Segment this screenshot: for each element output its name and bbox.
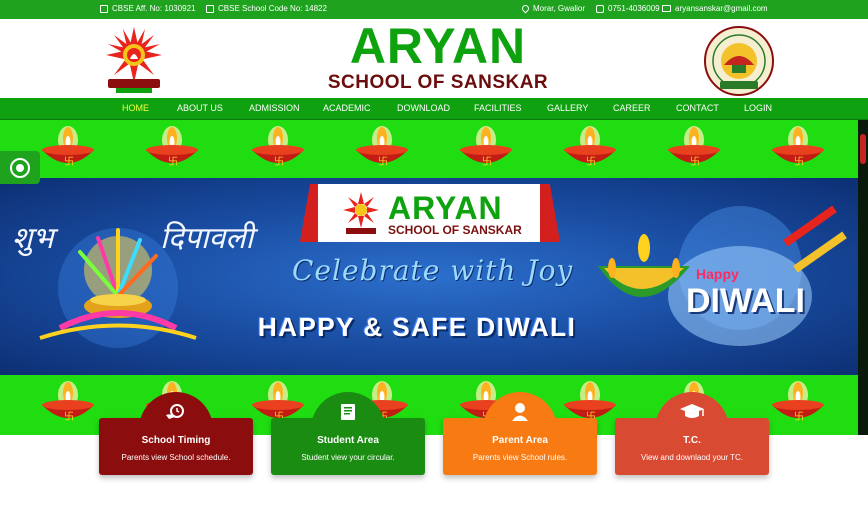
happy-diwali-headline: HAPPY & SAFE DIWALI	[258, 312, 577, 342]
nav-gallery[interactable]: GALLERY	[547, 103, 588, 113]
diya-icon: 卐	[42, 126, 94, 168]
diya-row-top: 卐卐卐卐卐卐卐卐	[42, 126, 824, 168]
nav-academic[interactable]: ACADEMIC	[323, 103, 371, 113]
cbse-school-code: CBSE School Code No: 14822	[206, 4, 327, 13]
nav-about-us[interactable]: ABOUT US	[177, 103, 223, 113]
right-edge-strip	[858, 120, 868, 435]
school-logo[interactable]	[96, 25, 172, 95]
nav-contact[interactable]: CONTACT	[676, 103, 719, 113]
svg-text:卐: 卐	[482, 156, 492, 168]
svg-text:卐: 卐	[794, 156, 804, 168]
card-title: T.C.	[683, 435, 701, 446]
hand-clock-icon	[166, 404, 184, 419]
diya-icon: 卐	[460, 126, 512, 168]
location: Morar, Gwalior	[520, 3, 586, 14]
card-student-area[interactable]: Student Area Student view your circular.	[271, 392, 425, 475]
banner-school-subtitle: SCHOOL OF SANSKAR	[388, 223, 522, 237]
location-text: Morar, Gwalior	[533, 4, 586, 13]
diya-icon: 卐	[772, 381, 824, 423]
cbse-logo	[704, 26, 774, 96]
mail-icon	[662, 5, 671, 12]
nav-home[interactable]: HOME	[122, 103, 149, 113]
card-parent-area[interactable]: Parent Area Parents view School rules.	[443, 392, 597, 475]
whatsapp-icon	[10, 157, 30, 178]
diwali-banner: 卐卐卐卐卐卐卐卐 ARYAN SCHOOL OF SANSKAR शुभ दिप…	[0, 120, 858, 435]
celebrate-tagline: Celebrate with Joy	[292, 254, 574, 287]
svg-text:卐: 卐	[690, 156, 700, 168]
card-title: Parent Area	[492, 435, 548, 446]
diya-icon: 卐	[564, 126, 616, 168]
graduation-cap-icon	[680, 404, 704, 418]
svg-text:卐: 卐	[64, 411, 74, 423]
diwali-big-text: DIWALI	[686, 282, 805, 320]
brand[interactable]: ARYAN SCHOOL OF SANSKAR	[300, 19, 576, 93]
svg-text:卐: 卐	[586, 156, 596, 168]
book-icon	[341, 404, 355, 420]
card-title: School Timing	[141, 435, 211, 446]
svg-text:卐: 卐	[378, 156, 388, 168]
diya-icon: 卐	[772, 126, 824, 168]
card-title: Student Area	[317, 435, 379, 446]
user-icon	[512, 403, 528, 421]
diya-icon: 卐	[564, 381, 616, 423]
diya-icon: 卐	[146, 126, 198, 168]
banner-logo-icon	[343, 192, 379, 234]
whatsapp-button[interactable]	[0, 151, 40, 184]
phone-text: 0751-4036009	[608, 4, 660, 13]
site-header: ARYAN SCHOOL OF SANSKAR	[0, 19, 868, 98]
email-text: aryansanskar@gmail.com	[675, 4, 768, 13]
cbse-affiliation: CBSE Aff. No: 1030921	[100, 4, 195, 13]
shubh-text: शुभ	[12, 221, 54, 256]
svg-text:卐: 卐	[794, 411, 804, 423]
document-icon	[100, 4, 108, 13]
brand-subtitle: SCHOOL OF SANSKAR	[327, 72, 549, 93]
document-icon	[206, 4, 214, 13]
card-desc: Parents view School rules.	[472, 453, 568, 462]
card-tc[interactable]: T.C. View and downlaod your TC.	[615, 392, 769, 475]
main-nav: HOME ABOUT US ADMISSION ACADEMIC DOWNLOA…	[0, 98, 868, 120]
nav-admission[interactable]: ADMISSION	[249, 103, 300, 113]
email-link[interactable]: aryansanskar@gmail.com	[662, 4, 768, 13]
nav-download[interactable]: DOWNLOAD	[397, 103, 450, 113]
affiliation-text: CBSE Aff. No: 1030921	[112, 4, 196, 13]
diya-icon: 卐	[668, 126, 720, 168]
card-desc: Parents view School schedule.	[121, 453, 231, 462]
card-desc: Student view your circular.	[301, 453, 395, 462]
diya-icon: 卐	[252, 126, 304, 168]
edge-knob[interactable]	[860, 134, 866, 164]
phone-link[interactable]: 0751-4036009	[596, 4, 660, 13]
nav-career[interactable]: CAREER	[613, 103, 651, 113]
top-info-bar: CBSE Aff. No: 1030921 CBSE School Code N…	[0, 0, 868, 19]
deepavali-text: दिपावली	[160, 221, 254, 256]
diya-icon: 卐	[42, 381, 94, 423]
banner-school-title: ARYAN	[388, 190, 503, 226]
diya-icon: 卐	[252, 381, 304, 423]
svg-text:卐: 卐	[274, 156, 284, 168]
card-school-timing[interactable]: School Timing Parents view School schedu…	[99, 392, 253, 475]
school-code-text: CBSE School Code No: 14822	[218, 4, 327, 13]
diya-icon: 卐	[356, 126, 408, 168]
svg-text:卐: 卐	[168, 156, 178, 168]
nav-facilities[interactable]: FACILITIES	[474, 103, 522, 113]
happy-small-text: Happy	[696, 266, 739, 282]
card-desc: View and downlaod your TC.	[641, 453, 743, 462]
brand-title: ARYAN	[349, 18, 527, 74]
map-pin-icon	[520, 3, 531, 14]
phone-icon	[596, 4, 604, 13]
nav-login[interactable]: LOGIN	[744, 103, 772, 113]
svg-text:卐: 卐	[64, 156, 74, 168]
